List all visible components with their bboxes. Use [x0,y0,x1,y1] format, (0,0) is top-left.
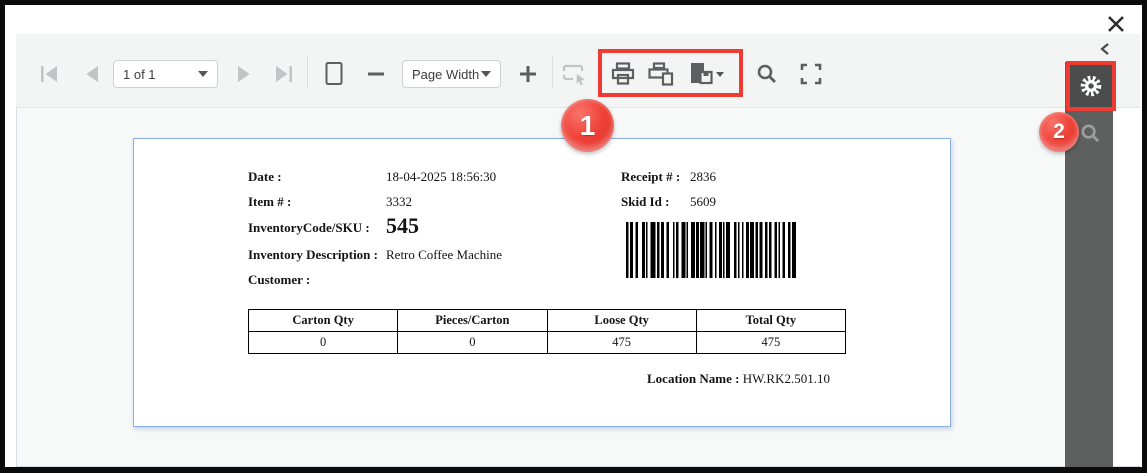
gear-icon [1079,74,1103,98]
field-value: 5609 [690,194,716,209]
field-value: 18-04-2025 18:56:30 [386,169,496,184]
search-icon [1079,122,1102,145]
table-header: Total Qty [696,310,845,332]
field-date: Date : [248,169,282,185]
zoom-in-button[interactable] [513,59,543,89]
barcode [626,222,796,278]
page-number-select[interactable]: 1 of 1 [113,60,218,88]
field-item: Item # : [248,194,291,210]
field-receipt: Receipt # : [621,169,680,185]
field-label: Receipt # : [621,169,680,184]
field-value: Retro Coffee Machine [386,247,502,262]
chevron-down-icon [198,71,208,77]
export-dropdown-caret[interactable] [713,59,727,89]
field-label: Date : [248,169,282,184]
page-number-value: 1 of 1 [123,67,156,82]
field-customer: Customer : [248,272,310,288]
zoom-level-select[interactable]: Page Width [402,60,501,88]
table-header: Carton Qty [249,310,398,332]
field-description-value: Retro Coffee Machine [386,247,502,263]
field-value: 2836 [690,169,716,184]
chevron-down-icon [716,72,724,77]
table-header: Pieces/Carton [398,310,547,332]
table-cell: 0 [398,332,547,354]
badge-number: 1 [580,110,596,142]
field-value: HW.RK2.501.10 [743,371,830,386]
annotation-badge-1: 1 [561,99,614,152]
quantity-table: Carton Qty Pieces/Carton Loose Qty Total… [248,309,846,354]
last-page-button[interactable] [268,59,298,89]
sidebar-search-button[interactable] [1077,120,1103,146]
settings-gear-button[interactable] [1068,64,1113,108]
field-label: Item # : [248,194,291,209]
zoom-level-value: Page Width [412,67,479,82]
field-label: Inventory Description : [248,247,378,262]
toolbar: 1 of 1 Page Width [16,34,1140,108]
field-sku: InventoryCode/SKU : [248,220,370,236]
table-header-row: Carton Qty Pieces/Carton Loose Qty Total… [249,310,846,332]
field-value: 3332 [386,194,412,209]
badge-number: 2 [1053,120,1065,144]
field-label: Location Name : [647,371,739,386]
report-viewer-window: 1 of 1 Page Width [0,0,1147,473]
table-cell: 475 [547,332,696,354]
field-receipt-value: 2836 [690,169,716,185]
field-label: InventoryCode/SKU : [248,220,370,235]
print-button[interactable] [608,59,638,89]
field-label: Skid Id : [621,194,669,209]
search-button[interactable] [752,59,782,89]
field-item-value: 3332 [386,194,412,210]
field-description: Inventory Description : [248,247,378,263]
fullscreen-button[interactable] [796,59,826,89]
field-sku-value: 545 [386,213,419,239]
zoom-out-button[interactable] [361,59,391,89]
first-page-button[interactable] [35,59,65,89]
annotation-badge-2: 2 [1039,112,1079,152]
report-page: Date : 18-04-2025 18:56:30 Item # : 3332… [133,138,951,427]
table-cell: 475 [696,332,845,354]
toolbar-separator [307,56,308,88]
field-label: Customer : [248,272,310,287]
next-page-button[interactable] [229,59,259,89]
field-skid: Skid Id : [621,194,669,210]
toggle-selection-icon[interactable] [559,59,589,89]
chevron-down-icon [481,71,491,77]
location-name: Location Name : HW.RK2.501.10 [647,371,830,387]
field-skid-value: 5609 [690,194,716,210]
previous-page-button[interactable] [77,59,107,89]
table-cell: 0 [249,332,398,354]
close-icon[interactable] [1104,12,1128,36]
collapse-chevron-icon[interactable] [1096,40,1114,58]
print-page-button[interactable] [646,59,676,89]
field-value: 545 [386,213,419,238]
field-date-value: 18-04-2025 18:56:30 [386,169,496,185]
toolbar-separator [552,56,553,88]
table-header: Loose Qty [547,310,696,332]
single-page-view-icon[interactable] [319,59,349,89]
table-row: 0 0 475 475 [249,332,846,354]
